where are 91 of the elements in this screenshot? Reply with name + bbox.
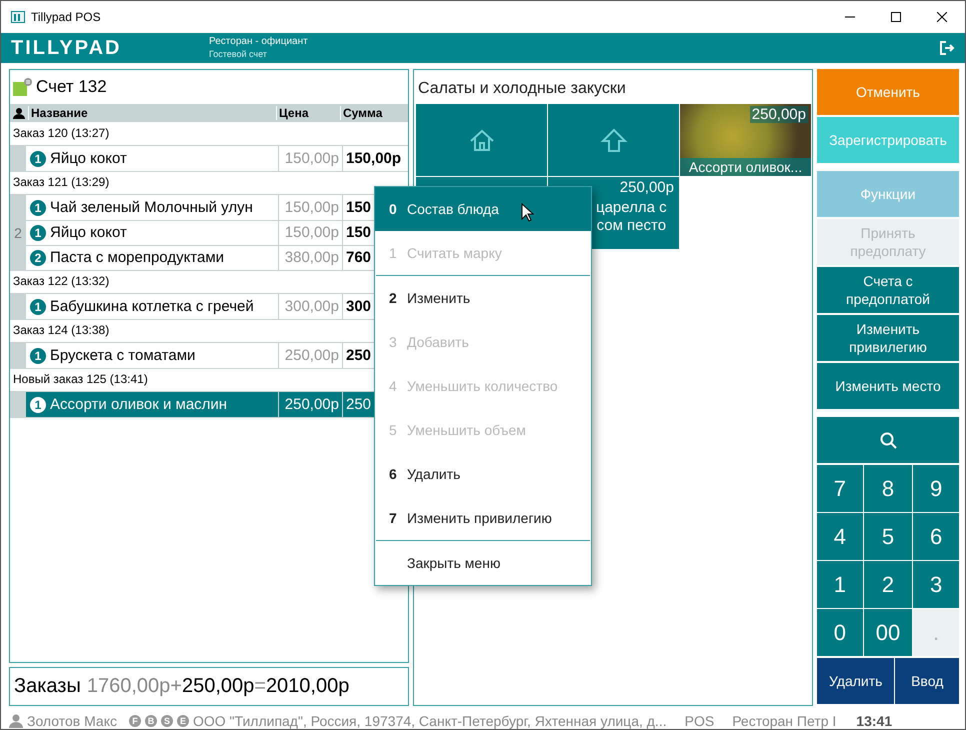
status-badge: S <box>161 715 173 727</box>
search-icon <box>880 432 896 448</box>
quantity-badge: 2 <box>30 250 46 266</box>
keypad-key[interactable]: 9 <box>913 465 959 512</box>
keypad-key[interactable]: 1 <box>817 561 863 608</box>
column-header: Сумма <box>340 106 408 120</box>
dish-name: сом песто <box>596 217 667 235</box>
keypad-key[interactable]: 3 <box>913 561 959 608</box>
dish-price: 250,00р <box>750 106 808 123</box>
seat-cell <box>10 195 26 221</box>
price-cell: 150,00р <box>278 146 342 172</box>
receipt-icon <box>13 78 32 96</box>
home-icon <box>468 127 496 153</box>
logout-button[interactable] <box>939 40 955 56</box>
menu-item[interactable]: Закрыть меню <box>375 541 591 585</box>
quantity-badge: 1 <box>30 396 46 412</box>
keypad-key[interactable]: 5 <box>864 513 912 560</box>
new-amount: 250,00р <box>182 675 254 698</box>
home-button[interactable] <box>416 104 547 176</box>
item-name[interactable]: Яйцо кокот <box>50 150 127 167</box>
keypad-key[interactable]: 6 <box>913 513 959 560</box>
action-button[interactable]: Счета с предоплатой <box>817 267 959 313</box>
menu-item[interactable]: 6 Удалить <box>375 452 591 496</box>
status-badge: F <box>129 715 141 727</box>
app-icon <box>11 10 25 24</box>
item-name[interactable]: Брускета с томатами <box>50 347 196 364</box>
quantity-badge: 1 <box>30 224 46 240</box>
item-name[interactable]: Чай зеленый Молочный улун <box>50 199 253 216</box>
search-button[interactable] <box>817 417 959 463</box>
order-header: Заказ 120 (13:27) <box>10 122 408 146</box>
price-cell: 380,00р <box>278 245 342 271</box>
close-icon <box>937 12 947 22</box>
quantity-badge: 1 <box>30 298 46 314</box>
column-header: Название <box>28 106 276 120</box>
status-badge: E <box>177 715 189 727</box>
item-name[interactable]: Ассорти оливок и маслин <box>50 396 228 413</box>
clock: 13:41 <box>856 713 892 729</box>
keypad-action-button[interactable]: Ввод <box>895 658 959 704</box>
price-cell: 250,00р <box>278 343 342 369</box>
price-cell: 150,00р <box>278 220 342 246</box>
status-badge: B <box>145 715 157 727</box>
quantity-badge: 1 <box>30 200 46 216</box>
price-cell: 250,00р <box>278 392 342 418</box>
action-button[interactable]: Изменить место <box>817 363 959 409</box>
category-title: Салаты и холодные закуски <box>417 79 627 99</box>
item-name[interactable]: Яйцо кокот <box>50 224 127 241</box>
logo: TILLYPAD <box>11 36 122 60</box>
column-header: Цена <box>276 106 340 120</box>
keypad-key[interactable]: 8 <box>864 465 912 512</box>
dish-name: Ассорти оливок... <box>680 158 811 176</box>
action-button[interactable]: Изменить привилегию <box>817 315 959 361</box>
price-cell: 150,00р <box>278 195 342 221</box>
window-title: Tillypad POS <box>31 10 102 24</box>
company-info: ООО "Тиллипад", Россия, 197374, Санкт-Петербург, Яхтенная улица, д... <box>193 713 667 729</box>
menu-item[interactable]: 0 Состав блюда <box>375 187 591 231</box>
venue-name: Ресторан Петр I <box>732 713 836 729</box>
keypad-key[interactable]: 4 <box>817 513 863 560</box>
price-cell: 300,00р <box>278 294 342 320</box>
quantity-badge: 1 <box>30 150 46 166</box>
dish-name: царелла с <box>596 199 667 217</box>
sum-cell: 150,00р <box>342 146 408 172</box>
cursor-icon <box>521 203 535 223</box>
person-icon <box>13 107 25 119</box>
keypad-key[interactable]: 00 <box>864 609 912 656</box>
dish-price: 250,00р <box>618 179 675 196</box>
mode-label: Гостевой счет <box>209 48 268 60</box>
role-label: Ресторан - официант <box>209 36 309 48</box>
ordered-amount: 1760,00р <box>86 675 170 698</box>
user-name: Золотов Макс <box>27 713 117 729</box>
quantity-badge: 1 <box>30 348 46 364</box>
seat-cell: 2 <box>10 220 26 246</box>
totals-label: Заказы <box>14 675 81 698</box>
maximize-icon <box>891 12 901 22</box>
plus-sign: + <box>170 675 182 698</box>
back-button[interactable] <box>548 104 679 176</box>
menu-item[interactable]: 7 Изменить привилегию <box>375 496 591 540</box>
exit-icon <box>939 40 955 56</box>
keypad-action-button[interactable]: Удалить <box>817 658 894 704</box>
item-name[interactable]: Паста с морепродуктами <box>50 249 224 266</box>
total-amount: 2010,00р <box>266 675 350 698</box>
user-icon <box>9 714 23 728</box>
check-title: Счет 132 <box>36 77 107 97</box>
terminal-name: POS <box>684 713 714 729</box>
keypad-key[interactable]: 7 <box>817 465 863 512</box>
keypad-key[interactable]: 0 <box>817 609 863 656</box>
equals-sign: = <box>254 675 266 698</box>
item-name[interactable]: Бабушкина котлетка с гречей <box>50 298 254 315</box>
up-arrow-icon <box>600 127 628 153</box>
dish-tile[interactable]: 250,00р Ассорти оливок... <box>680 104 811 176</box>
keypad-key[interactable]: 2 <box>864 561 912 608</box>
action-button[interactable]: Отменить <box>817 69 959 115</box>
